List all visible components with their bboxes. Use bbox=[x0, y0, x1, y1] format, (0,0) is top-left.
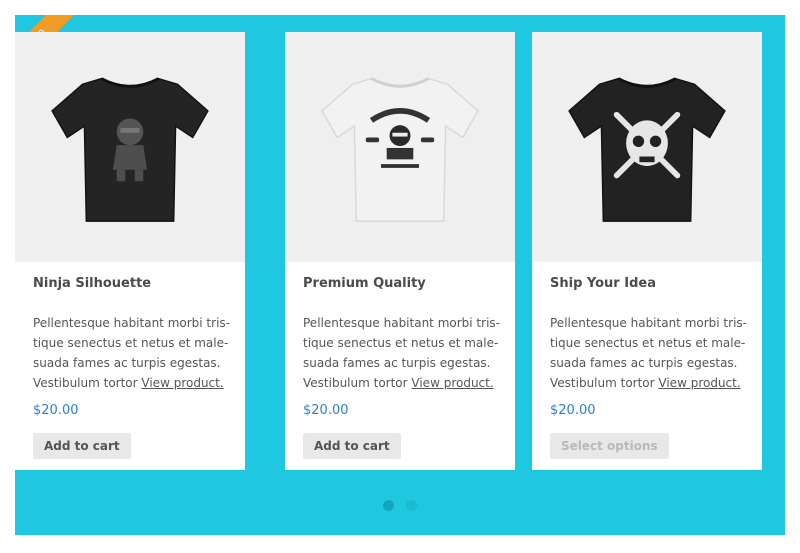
select-options-button[interactable]: Select options bbox=[550, 433, 669, 459]
description-line: suada fames ac turpis egestas. bbox=[303, 356, 491, 370]
product-card-premium-quality: Premium Quality Pellentesque habitant mo… bbox=[285, 32, 515, 470]
product-title[interactable]: Ship Your Idea bbox=[550, 276, 656, 291]
product-price: $20.00 bbox=[550, 403, 596, 418]
description-line: tique senectus et netus et male- bbox=[550, 336, 746, 350]
view-product-link[interactable]: View product. bbox=[411, 376, 493, 390]
add-to-cart-button[interactable]: Add to cart bbox=[303, 433, 401, 459]
pagination-dot-1[interactable] bbox=[383, 500, 394, 511]
view-product-link[interactable]: View product. bbox=[658, 376, 740, 390]
slider-pagination bbox=[15, 500, 785, 511]
product-image[interactable] bbox=[285, 32, 515, 262]
description-line: suada fames ac turpis egestas. bbox=[33, 356, 221, 370]
product-description: Pellentesque habitant morbi tris- tique … bbox=[303, 313, 503, 393]
product-price: $20.00 bbox=[303, 403, 349, 418]
product-image[interactable] bbox=[532, 32, 762, 262]
description-line: Vestibulum tortor bbox=[33, 376, 138, 390]
product-title[interactable]: Premium Quality bbox=[303, 276, 426, 291]
product-description: Pellentesque habitant morbi tris- tique … bbox=[33, 313, 233, 393]
description-line: Pellentesque habitant morbi tris- bbox=[303, 316, 500, 330]
description-line: Vestibulum tortor bbox=[303, 376, 408, 390]
product-slider: Top Premium Quality Pellentesque habitan… bbox=[15, 15, 785, 535]
product-image[interactable] bbox=[15, 32, 245, 262]
product-card-ninja-silhouette: Ninja Silhouette Pellentesque habitant m… bbox=[15, 32, 245, 470]
description-line: tique senectus et netus et male- bbox=[303, 336, 499, 350]
description-line: tique senectus et netus et male- bbox=[33, 336, 229, 350]
product-description: Pellentesque habitant morbi tris- tique … bbox=[550, 313, 750, 393]
tshirt-icon bbox=[568, 77, 726, 222]
description-line: Pellentesque habitant morbi tris- bbox=[33, 316, 230, 330]
view-product-link[interactable]: View product. bbox=[141, 376, 223, 390]
description-line: Vestibulum tortor bbox=[550, 376, 655, 390]
pagination-dot-2[interactable] bbox=[406, 500, 417, 511]
product-title[interactable]: Ninja Silhouette bbox=[33, 276, 151, 291]
product-card-ship-your-idea: Ship Your Idea Pellentesque habitant mor… bbox=[532, 32, 762, 470]
product-price: $20.00 bbox=[33, 403, 79, 418]
description-line: suada fames ac turpis egestas. bbox=[550, 356, 738, 370]
tshirt-icon bbox=[51, 77, 209, 222]
description-line: Pellentesque habitant morbi tris- bbox=[550, 316, 747, 330]
tshirt-icon bbox=[321, 77, 479, 222]
add-to-cart-button[interactable]: Add to cart bbox=[33, 433, 131, 459]
